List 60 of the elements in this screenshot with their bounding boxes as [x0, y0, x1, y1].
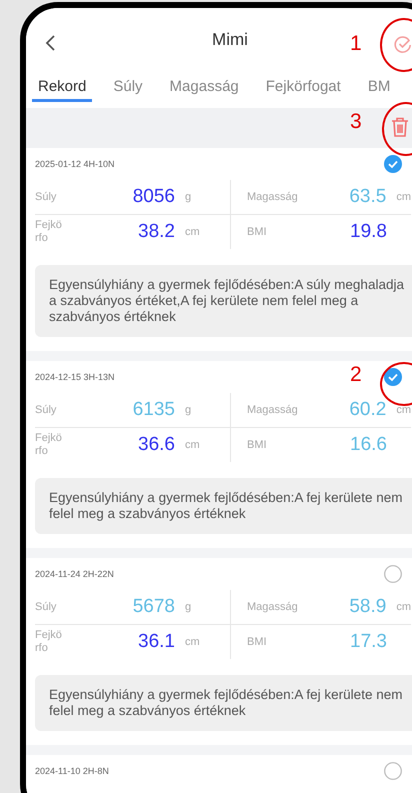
metric-value: 8056 [132, 186, 175, 208]
record-date: 2024-12-15 3H-13N [35, 372, 115, 382]
metric-value: 5678 [132, 596, 175, 618]
metric-unit: cm [185, 636, 200, 648]
metric-label: Magasság [247, 190, 299, 204]
metric-unit: cm [396, 404, 411, 416]
metric-value: 58.9 [348, 596, 386, 618]
annotation-number: 3 [350, 110, 362, 134]
checkbox[interactable] [384, 155, 402, 173]
checkbox[interactable] [384, 368, 402, 386]
assessment-note: Egyensúlyhiány a gyermek fejlődésében:A fej kerülete nem felel meg a szabványos értéknek [35, 478, 412, 534]
tab[interactable]: Rekord [32, 72, 92, 102]
assessment-note: Egyensúlyhiány a gyermek fejlődésében:A fej kerülete nem felel meg a szabványos értéknek [35, 675, 412, 731]
metric-value: 17.3 [349, 631, 387, 653]
metric-unit: cm [396, 601, 411, 613]
record-date: 2024-11-24 2H-22N [35, 569, 114, 579]
record-date: 2025-01-12 4H-10N [35, 159, 115, 169]
metric-unit: cm [396, 191, 411, 203]
record-card[interactable]: 2024-12-15 3H-13N 2 Súly 6135 g Magasság 60.2 cm Fejkörfo 36.6 cm BMI 16.6 Egyensúlyhiány a gyermek fejlődésében:A fej kerülete nem felel meg a szabványos értéknek [26, 361, 412, 548]
metric-value: 60.2 [348, 399, 386, 421]
check-circle-icon[interactable] [394, 35, 412, 53]
trash-icon[interactable] [390, 116, 410, 138]
metric-label: Súly [35, 190, 58, 204]
metric-label: Fejkörfo [35, 629, 63, 655]
metric-label: Magasság [247, 600, 299, 614]
metric-label: BMI [247, 636, 268, 648]
metric-label: BMI [247, 438, 268, 452]
assessment-note: Egyensúlyhiány a gyermek fejlődésében:A súly meghaladja a szabványos értéket,A fej kerülete nem felel meg a szabványos értéknek [35, 265, 412, 337]
metric-value: 63.5 [348, 186, 386, 208]
record-card[interactable]: 2024-11-10 2H-8N [26, 755, 412, 793]
metric-value: 36.6 [137, 434, 175, 456]
metric-unit: g [185, 191, 192, 203]
tab[interactable]: Magasság [164, 72, 245, 102]
tab[interactable]: Súly [107, 72, 149, 102]
metric-label: Súly [35, 404, 58, 416]
metric-unit: g [185, 404, 192, 416]
annotation-number: 1 [350, 32, 362, 56]
metric-value: 6135 [132, 399, 175, 421]
record-date: 2024-11-10 2H-8N [35, 766, 109, 776]
metric-value: 19.8 [349, 221, 387, 243]
metric-label: Súly [35, 600, 58, 614]
metric-value: 36.1 [137, 631, 175, 653]
screen-title: Mimi [212, 30, 248, 50]
metric-label: Fejkörfo [35, 432, 63, 458]
metric-label: Magasság [247, 404, 299, 416]
metric-value: 16.6 [349, 434, 387, 456]
record-card[interactable]: 2024-11-24 2H-22N Súly 5678 g Magasság 58.9 cm Fejkörfo 36.1 cm BMI 17.3 Egyensúlyhiány a gyermek fejlődésében:A fej kerülete nem felel meg a szabványos értéknek [26, 558, 412, 745]
metric-unit: cm [185, 226, 200, 238]
checkbox[interactable] [384, 762, 402, 780]
annotation-number: 2 [350, 363, 362, 387]
metric-unit: g [185, 601, 192, 613]
metric-label: Fejkörfo [35, 219, 63, 245]
tab[interactable]: Fejkörfogat [260, 72, 347, 102]
metric-value: 38.2 [137, 221, 175, 243]
back-icon[interactable] [44, 34, 56, 52]
metric-unit: cm [185, 439, 200, 451]
record-card[interactable]: 2025-01-12 4H-10N Súly 8056 g Magasság 63.5 cm Fejkörfo 38.2 cm BMI 19.8 Egyensúlyhiány a gyermek fejlődésében:A súly meghaladja a szabványos értéket,A fej kerülete nem felel meg a szabványos értéknek [26, 148, 412, 351]
tab[interactable]: BM [362, 72, 396, 102]
checkbox[interactable] [384, 565, 402, 583]
metric-label: BMI [247, 226, 268, 238]
